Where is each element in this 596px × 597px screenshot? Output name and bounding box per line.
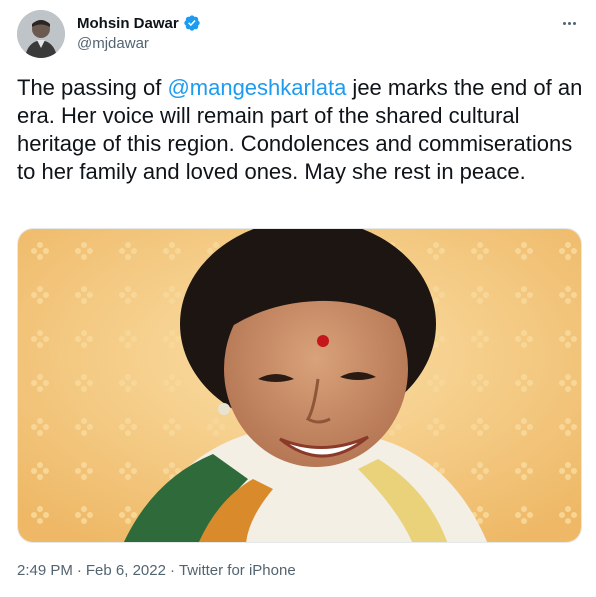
tweet-meta: 2:49 PM · Feb 6, 2022 · Twitter for iPho…	[17, 562, 296, 579]
meta-separator: ·	[169, 562, 175, 579]
author-handle[interactable]: @mjdawar	[77, 35, 201, 52]
tweet-source[interactable]: Twitter for iPhone	[179, 562, 296, 579]
author-block: Mohsin Dawar @mjdawar	[77, 12, 201, 52]
tweet-text: The passing of @mangeshkarlata jee marks…	[17, 74, 583, 186]
portrait-image	[18, 229, 581, 542]
author-name[interactable]: Mohsin Dawar	[77, 15, 179, 32]
mention-link[interactable]: @mangeshkarlata	[167, 75, 346, 100]
avatar-image	[17, 10, 65, 58]
avatar[interactable]	[17, 10, 65, 58]
verified-badge-icon	[183, 14, 201, 32]
meta-separator: ·	[76, 562, 82, 579]
tweet-text-before: The passing of	[17, 75, 168, 100]
tweet-photo[interactable]	[17, 228, 582, 543]
tweet-date[interactable]: Feb 6, 2022	[86, 562, 166, 579]
more-options-icon[interactable]	[558, 14, 580, 32]
tweet-card: Mohsin Dawar @mjdawar The passing of @ma…	[0, 0, 596, 597]
tweet-time[interactable]: 2:49 PM	[17, 562, 73, 579]
